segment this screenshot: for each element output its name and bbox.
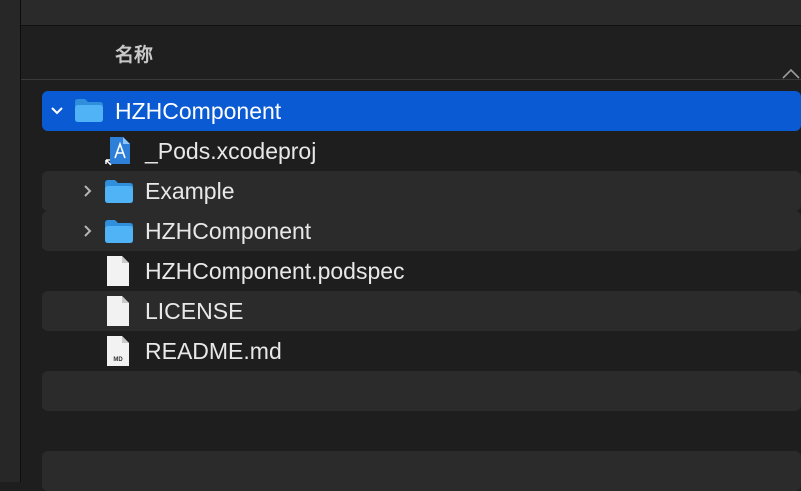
xcodeproj-file-icon <box>105 137 130 166</box>
file-name: HZHComponent.podspec <box>145 258 405 284</box>
sidebar-edge <box>0 0 21 482</box>
name-column-header[interactable]: 名称 <box>115 40 153 67</box>
file-row-license[interactable]: LICENSE <box>42 291 801 331</box>
file-name: README.md <box>145 338 282 364</box>
file-row-readme[interactable]: MD README.md <box>42 331 801 371</box>
file-name: LICENSE <box>145 298 244 324</box>
file-name: _Pods.xcodeproj <box>145 138 317 164</box>
folder-icon <box>75 99 103 122</box>
sort-ascending-icon[interactable] <box>781 67 801 81</box>
file-name: Example <box>145 178 235 204</box>
chevron-down-icon[interactable] <box>49 103 65 119</box>
empty-row <box>42 371 801 411</box>
file-row-podspec[interactable]: HZHComponent.podspec <box>42 251 801 291</box>
file-name: HZHComponent <box>115 98 282 124</box>
column-header[interactable]: 名称 <box>21 26 801 80</box>
markdown-badge-text: MD <box>113 357 123 363</box>
empty-row <box>42 411 801 451</box>
file-name: HZHComponent <box>145 218 312 244</box>
chevron-right-icon[interactable] <box>80 223 96 239</box>
folder-icon <box>105 180 133 203</box>
empty-row <box>42 451 801 491</box>
file-row-hzhcomponent-root[interactable]: HZHComponent <box>42 91 801 131</box>
markdown-file-icon: MD <box>107 336 129 366</box>
chevron-right-icon[interactable] <box>80 183 96 199</box>
document-icon <box>107 296 129 326</box>
document-icon <box>107 256 129 286</box>
file-row-hzhcomponent-sub[interactable]: HZHComponent <box>42 211 801 251</box>
file-list: HZHComponent _Pods.xcodeproj Example HZH… <box>42 91 801 491</box>
folder-icon <box>105 220 133 243</box>
toolbar <box>21 0 801 26</box>
file-row-example[interactable]: Example <box>42 171 801 211</box>
file-row-pods-xcodeproj[interactable]: _Pods.xcodeproj <box>42 131 801 171</box>
